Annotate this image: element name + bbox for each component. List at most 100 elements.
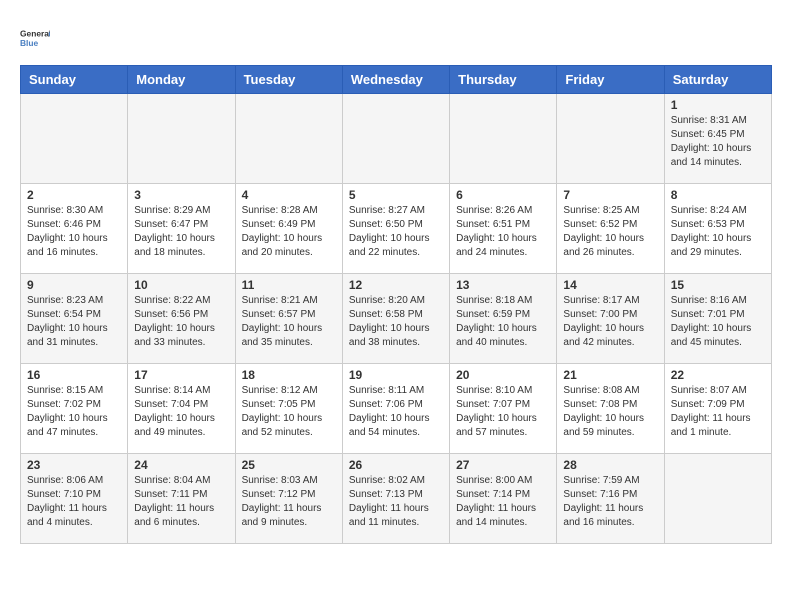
day-info: Sunrise: 8:08 AM Sunset: 7:08 PM Dayligh…	[563, 384, 657, 440]
svg-text:Blue: Blue	[20, 38, 39, 48]
day-number: 3	[134, 188, 228, 202]
calendar-cell	[128, 94, 235, 184]
day-number: 13	[456, 278, 550, 292]
day-info: Sunrise: 8:24 AM Sunset: 6:53 PM Dayligh…	[671, 204, 765, 260]
calendar-cell: 7 Sunrise: 8:25 AM Sunset: 6:52 PM Daylig…	[557, 184, 664, 274]
day-info: Sunrise: 8:12 AM Sunset: 7:05 PM Dayligh…	[242, 384, 336, 440]
day-number: 10	[134, 278, 228, 292]
calendar-cell: 10 Sunrise: 8:22 AM Sunset: 6:56 PM Dayli…	[128, 274, 235, 364]
calendar-cell: 28 Sunrise: 7:59 AM Sunset: 7:16 PM Dayli…	[557, 454, 664, 544]
day-info: Sunrise: 8:23 AM Sunset: 6:54 PM Dayligh…	[27, 294, 121, 350]
day-number: 21	[563, 368, 657, 382]
day-number: 18	[242, 368, 336, 382]
col-header-tuesday: Tuesday	[235, 66, 342, 94]
day-info: Sunrise: 8:25 AM Sunset: 6:52 PM Dayligh…	[563, 204, 657, 260]
day-info: Sunrise: 8:20 AM Sunset: 6:58 PM Dayligh…	[349, 294, 443, 350]
day-info: Sunrise: 8:15 AM Sunset: 7:02 PM Dayligh…	[27, 384, 121, 440]
header-row: SundayMondayTuesdayWednesdayThursdayFrid…	[21, 66, 772, 94]
day-number: 6	[456, 188, 550, 202]
logo-svg: General Blue	[20, 20, 50, 55]
calendar-cell: 19 Sunrise: 8:11 AM Sunset: 7:06 PM Dayli…	[342, 364, 449, 454]
calendar-cell: 1 Sunrise: 8:31 AM Sunset: 6:45 PM Daylig…	[664, 94, 771, 184]
calendar-cell: 25 Sunrise: 8:03 AM Sunset: 7:12 PM Dayli…	[235, 454, 342, 544]
calendar-cell: 27Sunrise: 8:00 AM Sunset: 7:14 PM Dayli…	[450, 454, 557, 544]
logo: General Blue	[20, 20, 50, 55]
day-number: 17	[134, 368, 228, 382]
day-number: 9	[27, 278, 121, 292]
week-row-5: 23Sunrise: 8:06 AM Sunset: 7:10 PM Dayli…	[21, 454, 772, 544]
day-info: Sunrise: 8:07 AM Sunset: 7:09 PM Dayligh…	[671, 384, 765, 440]
week-row-2: 2 Sunrise: 8:30 AM Sunset: 6:46 PM Daylig…	[21, 184, 772, 274]
day-info: Sunrise: 8:03 AM Sunset: 7:12 PM Dayligh…	[242, 474, 336, 530]
day-info: Sunrise: 8:14 AM Sunset: 7:04 PM Dayligh…	[134, 384, 228, 440]
day-number: 2	[27, 188, 121, 202]
calendar-cell: 21 Sunrise: 8:08 AM Sunset: 7:08 PM Dayli…	[557, 364, 664, 454]
calendar-cell	[342, 94, 449, 184]
day-info: Sunrise: 8:26 AM Sunset: 6:51 PM Dayligh…	[456, 204, 550, 260]
day-info: Sunrise: 8:11 AM Sunset: 7:06 PM Dayligh…	[349, 384, 443, 440]
calendar-cell: 6 Sunrise: 8:26 AM Sunset: 6:51 PM Daylig…	[450, 184, 557, 274]
day-number: 28	[563, 458, 657, 472]
calendar-cell: 14 Sunrise: 8:17 AM Sunset: 7:00 PM Dayli…	[557, 274, 664, 364]
day-number: 20	[456, 368, 550, 382]
col-header-sunday: Sunday	[21, 66, 128, 94]
calendar-cell: 13 Sunrise: 8:18 AM Sunset: 6:59 PM Dayli…	[450, 274, 557, 364]
day-info: Sunrise: 8:00 AM Sunset: 7:14 PM Dayligh…	[456, 474, 550, 530]
calendar-cell: 22 Sunrise: 8:07 AM Sunset: 7:09 PM Dayli…	[664, 364, 771, 454]
day-number: 7	[563, 188, 657, 202]
day-info: Sunrise: 8:28 AM Sunset: 6:49 PM Dayligh…	[242, 204, 336, 260]
day-number: 22	[671, 368, 765, 382]
calendar-cell	[21, 94, 128, 184]
calendar-cell: 23Sunrise: 8:06 AM Sunset: 7:10 PM Dayli…	[21, 454, 128, 544]
calendar-cell: 17 Sunrise: 8:14 AM Sunset: 7:04 PM Dayli…	[128, 364, 235, 454]
col-header-thursday: Thursday	[450, 66, 557, 94]
calendar-cell: 16 Sunrise: 8:15 AM Sunset: 7:02 PM Dayli…	[21, 364, 128, 454]
calendar-cell: 11 Sunrise: 8:21 AM Sunset: 6:57 PM Dayli…	[235, 274, 342, 364]
day-number: 14	[563, 278, 657, 292]
calendar-cell: 9 Sunrise: 8:23 AM Sunset: 6:54 PM Daylig…	[21, 274, 128, 364]
day-info: Sunrise: 8:10 AM Sunset: 7:07 PM Dayligh…	[456, 384, 550, 440]
day-info: Sunrise: 8:29 AM Sunset: 6:47 PM Dayligh…	[134, 204, 228, 260]
day-info: Sunrise: 8:31 AM Sunset: 6:45 PM Dayligh…	[671, 114, 765, 170]
calendar-cell: 12 Sunrise: 8:20 AM Sunset: 6:58 PM Dayli…	[342, 274, 449, 364]
day-number: 8	[671, 188, 765, 202]
day-info: Sunrise: 8:17 AM Sunset: 7:00 PM Dayligh…	[563, 294, 657, 350]
calendar-cell: 24 Sunrise: 8:04 AM Sunset: 7:11 PM Dayli…	[128, 454, 235, 544]
day-number: 26	[349, 458, 443, 472]
day-info: Sunrise: 8:22 AM Sunset: 6:56 PM Dayligh…	[134, 294, 228, 350]
calendar-cell: 3 Sunrise: 8:29 AM Sunset: 6:47 PM Daylig…	[128, 184, 235, 274]
day-number: 25	[242, 458, 336, 472]
col-header-wednesday: Wednesday	[342, 66, 449, 94]
calendar-cell	[664, 454, 771, 544]
svg-text:General: General	[20, 28, 50, 38]
day-info: Sunrise: 8:06 AM Sunset: 7:10 PM Dayligh…	[27, 474, 121, 530]
day-number: 4	[242, 188, 336, 202]
day-info: Sunrise: 8:16 AM Sunset: 7:01 PM Dayligh…	[671, 294, 765, 350]
day-number: 24	[134, 458, 228, 472]
day-number: 5	[349, 188, 443, 202]
col-header-friday: Friday	[557, 66, 664, 94]
col-header-saturday: Saturday	[664, 66, 771, 94]
week-row-1: 1 Sunrise: 8:31 AM Sunset: 6:45 PM Daylig…	[21, 94, 772, 184]
day-number: 15	[671, 278, 765, 292]
calendar-cell: 5Sunrise: 8:27 AM Sunset: 6:50 PM Daylig…	[342, 184, 449, 274]
day-number: 1	[671, 98, 765, 112]
calendar-table: SundayMondayTuesdayWednesdayThursdayFrid…	[20, 65, 772, 544]
col-header-monday: Monday	[128, 66, 235, 94]
header: General Blue	[20, 20, 772, 55]
day-info: Sunrise: 8:21 AM Sunset: 6:57 PM Dayligh…	[242, 294, 336, 350]
calendar-cell: 15 Sunrise: 8:16 AM Sunset: 7:01 PM Dayli…	[664, 274, 771, 364]
day-info: Sunrise: 8:18 AM Sunset: 6:59 PM Dayligh…	[456, 294, 550, 350]
calendar-cell: 18 Sunrise: 8:12 AM Sunset: 7:05 PM Dayli…	[235, 364, 342, 454]
calendar-cell	[235, 94, 342, 184]
day-number: 12	[349, 278, 443, 292]
week-row-3: 9 Sunrise: 8:23 AM Sunset: 6:54 PM Daylig…	[21, 274, 772, 364]
day-info: Sunrise: 8:02 AM Sunset: 7:13 PM Dayligh…	[349, 474, 443, 530]
day-number: 19	[349, 368, 443, 382]
day-number: 11	[242, 278, 336, 292]
day-info: Sunrise: 8:30 AM Sunset: 6:46 PM Dayligh…	[27, 204, 121, 260]
day-info: Sunrise: 7:59 AM Sunset: 7:16 PM Dayligh…	[563, 474, 657, 530]
calendar-cell: 8 Sunrise: 8:24 AM Sunset: 6:53 PM Daylig…	[664, 184, 771, 274]
day-info: Sunrise: 8:04 AM Sunset: 7:11 PM Dayligh…	[134, 474, 228, 530]
day-number: 16	[27, 368, 121, 382]
